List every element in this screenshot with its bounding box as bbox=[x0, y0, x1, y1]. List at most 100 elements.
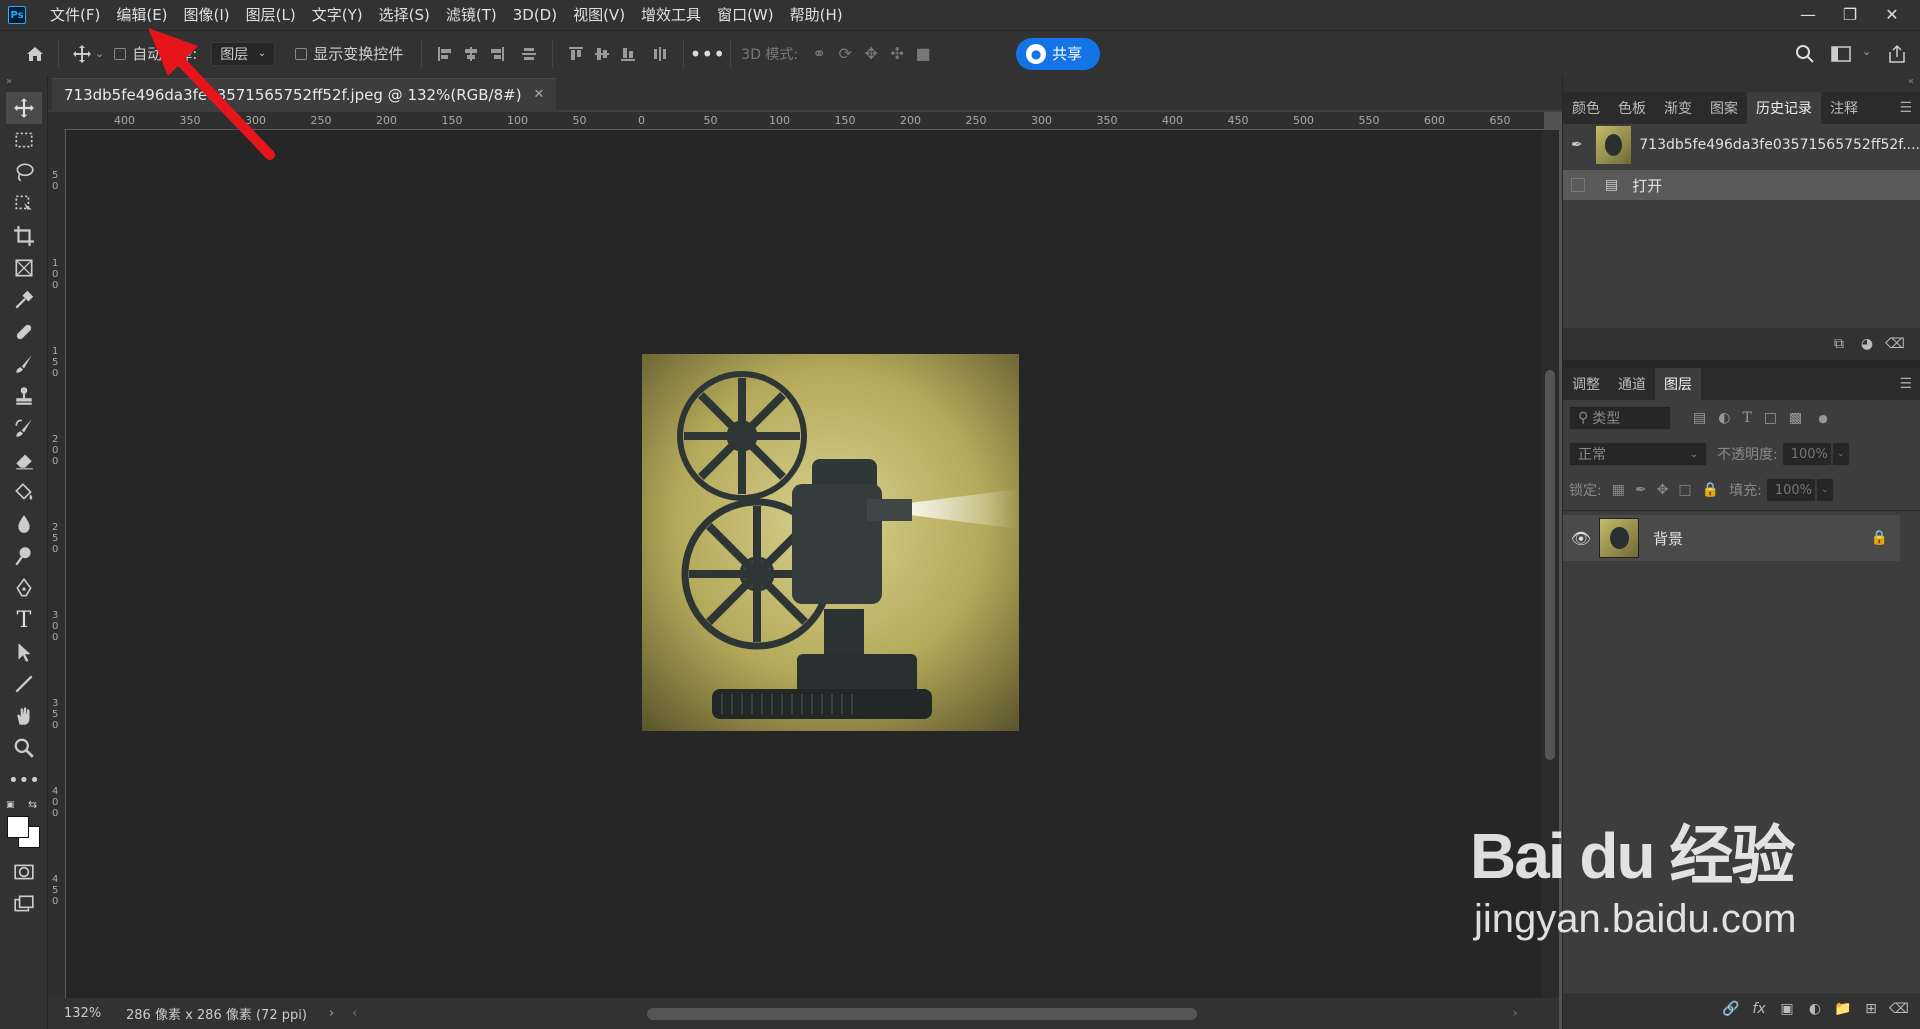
align-top-icon[interactable] bbox=[563, 41, 589, 67]
tab-layers[interactable]: 图层 bbox=[1655, 368, 1701, 400]
type-tool-icon[interactable]: T bbox=[0, 604, 48, 636]
trash-icon[interactable]: ⌫ bbox=[1881, 336, 1909, 352]
zoom-tool-icon[interactable] bbox=[0, 732, 48, 764]
history-state[interactable]: ▤ 打开 bbox=[1563, 170, 1920, 200]
eyedropper-tool-icon[interactable] bbox=[0, 284, 48, 316]
search-icon[interactable] bbox=[1792, 41, 1818, 67]
edit-toolbar-icon[interactable]: ••• bbox=[0, 764, 48, 796]
3d-pan-icon[interactable]: ✥ bbox=[858, 41, 884, 67]
blur-tool-icon[interactable] bbox=[0, 508, 48, 540]
new-document-from-state-icon[interactable]: ⧉ bbox=[1825, 336, 1853, 352]
object-select-tool-icon[interactable] bbox=[0, 188, 48, 220]
brush-tool-icon[interactable] bbox=[0, 348, 48, 380]
eraser-tool-icon[interactable] bbox=[0, 444, 48, 476]
lock-position-icon[interactable]: ✥ bbox=[1657, 482, 1669, 498]
move-tool-icon[interactable] bbox=[69, 41, 95, 67]
lock-all-icon[interactable]: 🔒 bbox=[1702, 482, 1719, 498]
add-mask-icon[interactable]: ▣ bbox=[1773, 1001, 1801, 1017]
panel-menu-icon[interactable]: ☰ bbox=[1891, 92, 1920, 124]
layer-row[interactable]: 👁 背景 🔒 bbox=[1563, 515, 1900, 561]
3d-roll-icon[interactable]: ⟳ bbox=[832, 41, 858, 67]
crop-tool-icon[interactable] bbox=[0, 220, 48, 252]
menu-plugins[interactable]: 增效工具 bbox=[633, 0, 709, 30]
menu-filter[interactable]: 滤镜(T) bbox=[438, 0, 505, 30]
filter-type-icon[interactable]: T bbox=[1742, 410, 1751, 426]
swap-colors-icon[interactable]: ⇆ bbox=[28, 798, 37, 811]
document-tab[interactable]: 713db5fe496da3fe03571565752ff52f.jpeg @ … bbox=[52, 78, 557, 110]
fill-dropdown-toggle[interactable]: ⌄ bbox=[1815, 478, 1834, 502]
frame-tool-icon[interactable] bbox=[0, 252, 48, 284]
restore-icon[interactable]: ❐ bbox=[1830, 0, 1870, 28]
filter-pixel-icon[interactable]: ▤ bbox=[1693, 410, 1706, 426]
close-icon[interactable]: ✕ bbox=[1872, 0, 1912, 28]
vertical-ruler[interactable]: 50 100 150 200 250 300 350 400 450 bbox=[48, 130, 66, 998]
auto-select-dropdown[interactable]: 图层 ⌄ bbox=[211, 41, 276, 66]
clone-stamp-tool-icon[interactable] bbox=[0, 380, 48, 412]
horizontal-scrollbar-thumb[interactable] bbox=[647, 1007, 1198, 1020]
filter-toggle-icon[interactable]: ● bbox=[1818, 412, 1828, 425]
opacity-input[interactable]: 100% bbox=[1781, 442, 1832, 466]
lasso-tool-icon[interactable] bbox=[0, 156, 48, 188]
tab-adjustments[interactable]: 调整 bbox=[1563, 368, 1609, 400]
3d-scale-icon[interactable]: ■ bbox=[910, 41, 936, 67]
layer-filter-dropdown[interactable]: ⚲ 类型 bbox=[1569, 406, 1671, 430]
hand-tool-icon[interactable] bbox=[0, 700, 48, 732]
horizontal-ruler[interactable]: 400 350 300 250 200 150 100 50 0 50 100 150 200 250 30… bbox=[64, 112, 1544, 130]
fx-icon[interactable]: fx bbox=[1745, 1001, 1773, 1017]
menu-window[interactable]: 窗口(W) bbox=[709, 0, 782, 30]
dodge-tool-icon[interactable] bbox=[0, 540, 48, 572]
3d-orbit-icon[interactable]: ⚭ bbox=[806, 41, 832, 67]
zoom-level[interactable]: 132% bbox=[64, 1006, 114, 1021]
new-group-icon[interactable]: 📁 bbox=[1829, 1001, 1857, 1017]
new-layer-icon[interactable]: ⊞ bbox=[1857, 1001, 1885, 1017]
camera-icon[interactable]: ◕ bbox=[1853, 336, 1881, 352]
line-tool-icon[interactable] bbox=[0, 668, 48, 700]
opacity-dropdown-toggle[interactable]: ⌄ bbox=[1831, 442, 1850, 466]
show-transform-checkbox[interactable] bbox=[295, 47, 308, 60]
distribute-icon[interactable] bbox=[516, 41, 542, 67]
menu-3d[interactable]: 3D(D) bbox=[505, 0, 565, 30]
blend-mode-dropdown[interactable]: 正常 ⌄ bbox=[1569, 442, 1707, 466]
align-right-icon[interactable] bbox=[484, 41, 510, 67]
tab-channels[interactable]: 通道 bbox=[1609, 368, 1655, 400]
home-icon[interactable] bbox=[22, 41, 48, 67]
tab-gradients[interactable]: 渐变 bbox=[1655, 92, 1701, 124]
lock-icon[interactable]: 🔒 bbox=[1871, 530, 1888, 546]
align-center-h-icon[interactable] bbox=[458, 41, 484, 67]
history-brush-source-icon[interactable]: ✒ bbox=[1571, 137, 1590, 153]
collapse-toggle-icon[interactable]: « bbox=[1563, 76, 1920, 92]
filter-adjustment-icon[interactable]: ◐ bbox=[1718, 410, 1730, 426]
menu-view[interactable]: 视图(V) bbox=[565, 0, 633, 30]
workspace-icon[interactable] bbox=[1828, 41, 1854, 67]
pen-tool-icon[interactable] bbox=[0, 572, 48, 604]
minimize-icon[interactable]: — bbox=[1788, 0, 1828, 28]
default-colors-icon[interactable]: ▣ bbox=[6, 800, 15, 810]
move-tool-icon[interactable] bbox=[6, 92, 42, 124]
align-middle-v-icon[interactable] bbox=[589, 41, 615, 67]
more-options-icon[interactable]: ••• bbox=[690, 41, 725, 67]
path-selection-tool-icon[interactable] bbox=[0, 636, 48, 668]
history-brush-tool-icon[interactable] bbox=[0, 412, 48, 444]
lock-artboard-icon[interactable]: □ bbox=[1678, 482, 1691, 498]
tab-color[interactable]: 颜色 bbox=[1563, 92, 1609, 124]
panel-menu-icon[interactable]: ☰ bbox=[1891, 368, 1920, 400]
share-button[interactable]: ● 共享 bbox=[1016, 37, 1101, 70]
link-layers-icon[interactable]: 🔗 bbox=[1717, 1001, 1745, 1017]
tab-swatches[interactable]: 色板 bbox=[1609, 92, 1655, 124]
menu-image[interactable]: 图像(I) bbox=[176, 0, 238, 30]
3d-slide-icon[interactable]: ✣ bbox=[884, 41, 910, 67]
canvas-area[interactable] bbox=[66, 130, 1541, 998]
align-left-icon[interactable] bbox=[432, 41, 458, 67]
menu-select[interactable]: 选择(S) bbox=[371, 0, 438, 30]
export-icon[interactable] bbox=[1884, 41, 1910, 67]
lock-transparent-icon[interactable]: ▦ bbox=[1612, 482, 1625, 498]
menu-layer[interactable]: 图层(L) bbox=[238, 0, 304, 30]
adjustment-layer-icon[interactable]: ◐ bbox=[1801, 1001, 1829, 1017]
menu-edit[interactable]: 编辑(E) bbox=[108, 0, 175, 30]
filter-smart-object-icon[interactable]: ▩ bbox=[1789, 410, 1802, 426]
trash-icon[interactable]: ⌫ bbox=[1885, 1001, 1913, 1017]
history-state-checkbox[interactable] bbox=[1571, 178, 1585, 192]
align-bottom-icon[interactable] bbox=[615, 41, 641, 67]
quick-mask-icon[interactable] bbox=[0, 856, 48, 888]
tab-patterns[interactable]: 图案 bbox=[1701, 92, 1747, 124]
